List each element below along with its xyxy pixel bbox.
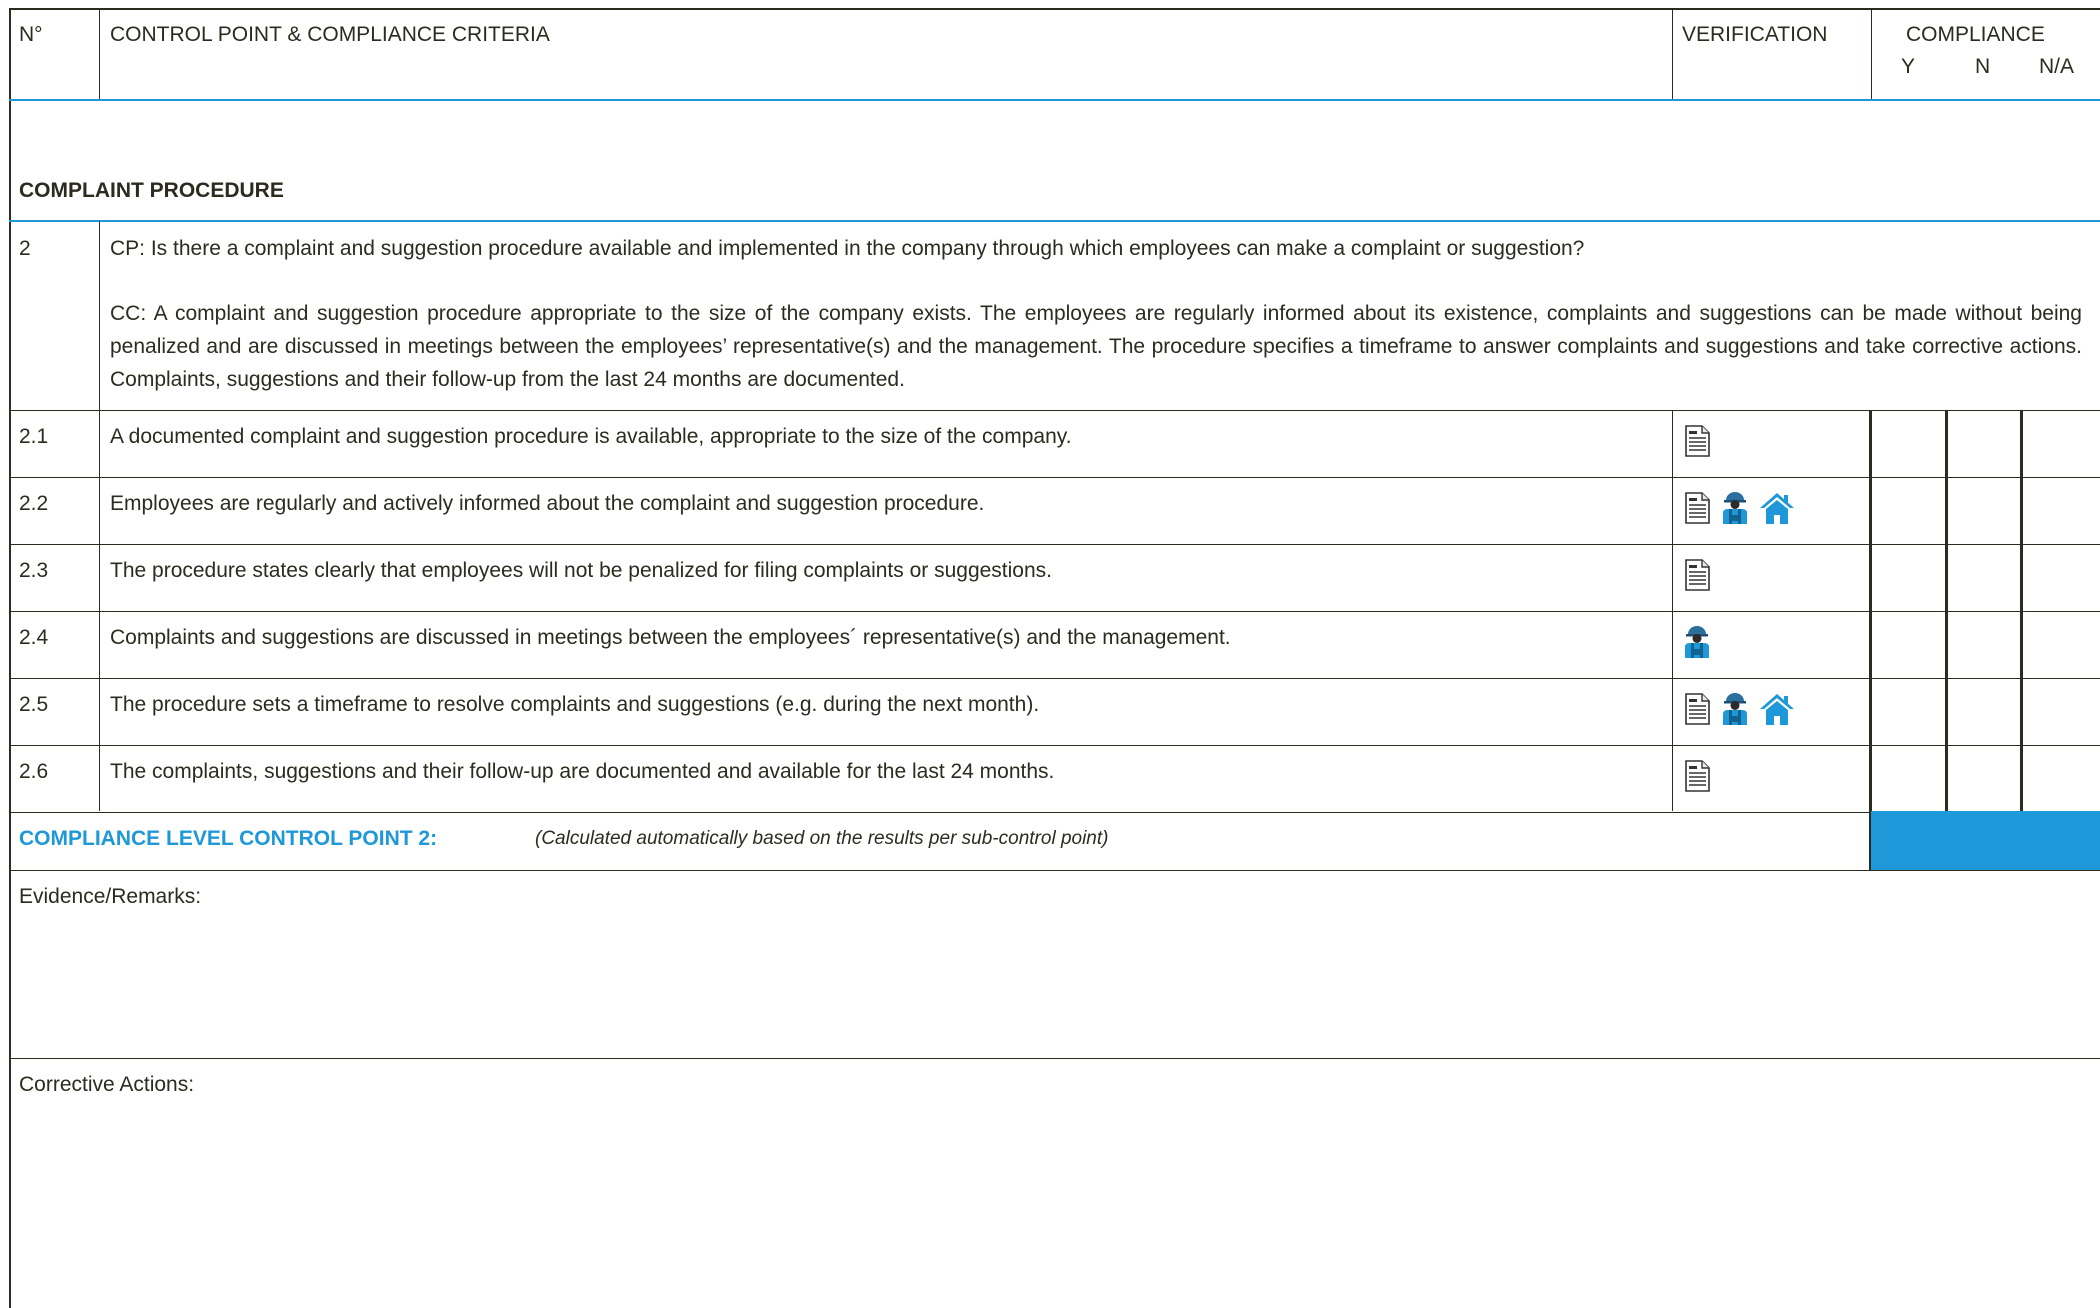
document-icon xyxy=(1685,559,1710,591)
row-rule xyxy=(9,678,2100,679)
compliance-cell-na[interactable] xyxy=(2023,747,2100,810)
verification-icons xyxy=(1682,491,1796,525)
compliance-cell-y[interactable] xyxy=(1872,546,1944,609)
corrective-actions-field[interactable] xyxy=(11,1100,2100,1306)
header-verification: VERIFICATION xyxy=(1682,23,1828,46)
row-number: 2.2 xyxy=(19,492,49,515)
compliance-cell-na[interactable] xyxy=(2023,479,2100,542)
header-compliance-na: N/A xyxy=(2039,55,2075,78)
header-divider xyxy=(1871,8,1872,100)
compliance-cell-n[interactable] xyxy=(1948,747,2019,810)
evidence-bottom-rule xyxy=(9,1058,2100,1059)
compliance-cell-na[interactable] xyxy=(2023,546,2100,609)
row-requirement: The procedure states clearly that employ… xyxy=(110,559,1052,582)
compliance-cell-n[interactable] xyxy=(1948,680,2019,743)
compliance-cell-y[interactable] xyxy=(1872,412,1944,475)
verification-icons xyxy=(1682,558,1712,592)
row-requirement: Complaints and suggestions are discussed… xyxy=(110,626,1231,649)
section-rule xyxy=(9,220,2100,222)
section-title: COMPLAINT PROCEDURE xyxy=(19,179,284,202)
compliance-y-n-divider xyxy=(1945,410,1948,811)
document-icon xyxy=(1685,693,1710,725)
compliance-cell-n[interactable] xyxy=(1948,479,2019,542)
row-rule xyxy=(9,812,2100,813)
row-number: 2.1 xyxy=(19,425,49,448)
document-icon xyxy=(1685,760,1710,792)
compliance-cell-n[interactable] xyxy=(1948,412,2019,475)
document-icon xyxy=(1685,492,1710,524)
compliance-n-na-divider xyxy=(2020,410,2023,811)
verification-column-divider xyxy=(1672,410,1673,811)
row-rule xyxy=(9,745,2100,746)
row-requirement: A documented complaint and suggestion pr… xyxy=(110,425,1072,448)
header-divider xyxy=(1672,8,1673,100)
verification-icons xyxy=(1682,759,1712,793)
compliance-level-bottom-rule xyxy=(9,870,2100,871)
compliance-column-divider xyxy=(1869,410,1872,870)
worker-icon xyxy=(1723,492,1747,524)
compliance-cell-n[interactable] xyxy=(1948,613,2019,676)
house-icon xyxy=(1760,694,1794,725)
row-number: 2.5 xyxy=(19,693,49,716)
control-point-number: 2 xyxy=(19,237,31,260)
row-requirement: Employees are regularly and actively inf… xyxy=(110,492,985,515)
worker-icon xyxy=(1685,626,1709,658)
header-control-point: CONTROL POINT & COMPLIANCE CRITERIA xyxy=(110,23,550,46)
compliance-cell-na[interactable] xyxy=(2023,613,2100,676)
header-compliance: COMPLIANCE xyxy=(1906,23,2045,46)
evidence-remarks-label: Evidence/Remarks: xyxy=(19,885,202,908)
document-icon xyxy=(1685,425,1710,457)
compliance-cell-y[interactable] xyxy=(1872,680,1944,743)
compliance-level-label: COMPLIANCE LEVEL CONTROL POINT 2: xyxy=(19,827,438,850)
corrective-actions-label: Corrective Actions: xyxy=(19,1073,195,1096)
row-rule xyxy=(9,611,2100,612)
verification-icons xyxy=(1682,424,1712,458)
compliance-criteria: CC: A complaint and suggestion procedure… xyxy=(110,302,2082,391)
compliance-cell-y[interactable] xyxy=(1872,479,1944,542)
house-icon xyxy=(1760,493,1794,524)
number-column-divider xyxy=(99,221,100,811)
header-bottom-rule xyxy=(9,99,2100,101)
checklist-sheet: N° CONTROL POINT & COMPLIANCE CRITERIA V… xyxy=(0,0,2100,1308)
control-point-rule xyxy=(9,410,2100,411)
row-rule xyxy=(9,477,2100,478)
compliance-cell-na[interactable] xyxy=(2023,680,2100,743)
header-compliance-y: Y xyxy=(1901,55,1916,78)
row-number: 2.6 xyxy=(19,760,49,783)
compliance-level-note: (Calculated automatically based on the r… xyxy=(535,828,1109,849)
header-divider xyxy=(99,8,100,100)
row-number: 2.3 xyxy=(19,559,49,582)
row-number: 2.4 xyxy=(19,626,49,649)
control-point-question: CP: Is there a complaint and suggestion … xyxy=(110,237,1585,260)
worker-icon xyxy=(1723,693,1747,725)
compliance-level-result-cell xyxy=(1871,811,2100,870)
row-requirement: The procedure sets a timeframe to resolv… xyxy=(110,693,1040,716)
evidence-remarks-field[interactable] xyxy=(11,912,2100,1057)
compliance-cell-y[interactable] xyxy=(1872,747,1944,810)
verification-icons xyxy=(1682,625,1712,659)
row-rule xyxy=(9,544,2100,545)
compliance-cell-y[interactable] xyxy=(1872,613,1944,676)
header-no: N° xyxy=(19,23,43,46)
compliance-cell-n[interactable] xyxy=(1948,546,2019,609)
header-compliance-n: N xyxy=(1975,55,1991,78)
row-requirement: The complaints, suggestions and their fo… xyxy=(110,760,1055,783)
compliance-cell-na[interactable] xyxy=(2023,412,2100,475)
verification-icons xyxy=(1682,692,1796,726)
